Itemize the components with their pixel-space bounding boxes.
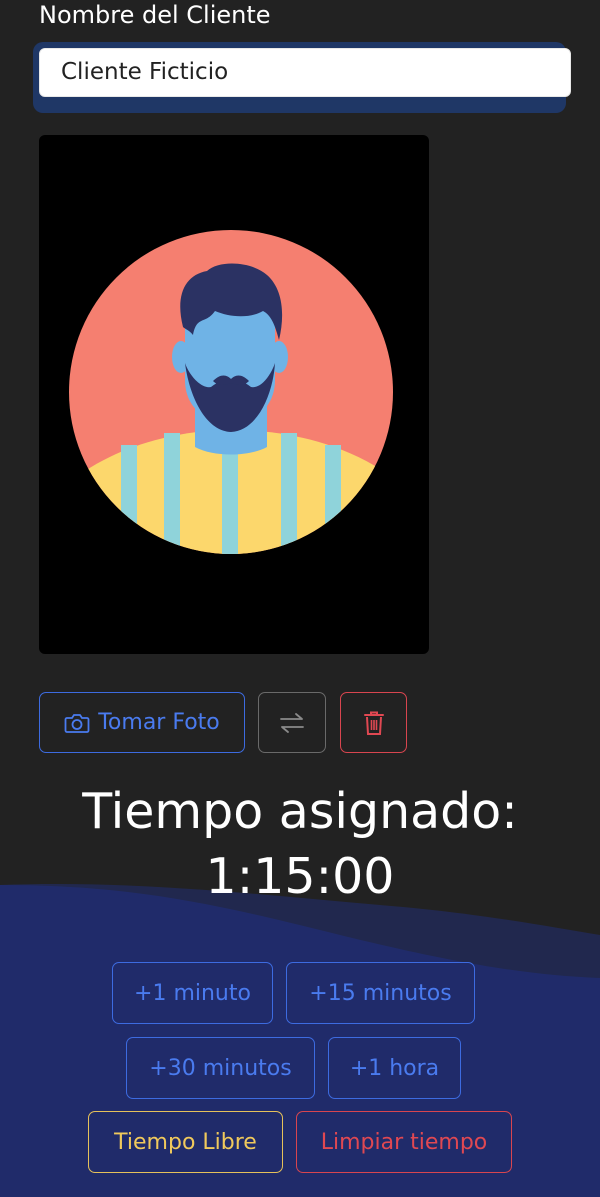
timer-value: 1:15:00 xyxy=(205,848,395,905)
trash-icon xyxy=(363,711,384,735)
client-name-label: Nombre del Cliente xyxy=(39,1,271,29)
man-avatar-illustration xyxy=(69,230,393,554)
switch-camera-icon xyxy=(280,712,304,733)
timer-title: Tiempo asignado: xyxy=(82,783,518,840)
clear-time-button[interactable]: Limpiar tiempo xyxy=(296,1111,512,1173)
client-form: Nombre del Cliente Cliente Ficticio Toma… xyxy=(0,0,600,1197)
add-30-minutes-button[interactable]: +30 minutos xyxy=(126,1037,315,1099)
add-1-hour-button[interactable]: +1 hora xyxy=(328,1037,461,1099)
add-1-minute-button[interactable]: +1 minuto xyxy=(112,962,273,1024)
photo-preview xyxy=(39,135,429,654)
take-photo-label: Tomar Foto xyxy=(98,710,220,735)
delete-photo-button[interactable] xyxy=(340,692,407,753)
switch-camera-button[interactable] xyxy=(258,692,326,753)
camera-icon xyxy=(64,713,90,733)
client-name-focus-ring xyxy=(33,42,571,113)
add-15-minutes-button[interactable]: +15 minutos xyxy=(286,962,475,1024)
take-photo-button[interactable]: Tomar Foto xyxy=(39,692,245,753)
free-time-button[interactable]: Tiempo Libre xyxy=(88,1111,283,1173)
client-name-input[interactable] xyxy=(39,48,571,97)
